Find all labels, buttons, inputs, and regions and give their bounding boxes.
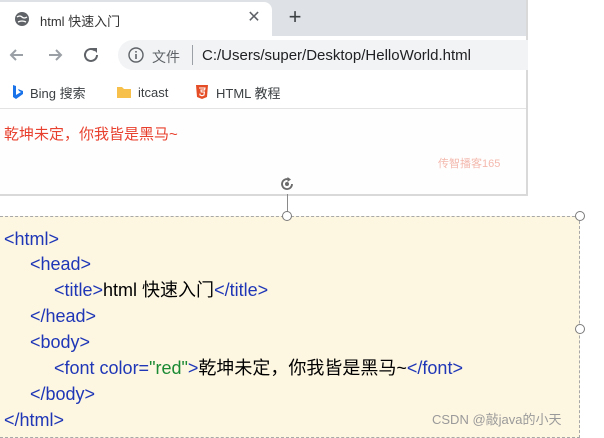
bookmark-bing[interactable]: Bing 搜索 xyxy=(12,83,86,101)
code-line-html-close: </html> xyxy=(4,409,64,431)
bing-icon xyxy=(13,85,23,99)
bookmark-label: Bing 搜索 xyxy=(30,85,86,101)
code-token: </html> xyxy=(4,410,65,430)
tab-title: html 快速入门 xyxy=(40,14,121,29)
forward-arrow-icon[interactable] xyxy=(44,44,66,66)
browser-window: html 快速入门 ✕ + 文件 C:/Users/super/Desktop/… xyxy=(0,0,528,196)
watermark: 传智播客165 xyxy=(438,158,501,170)
code-token: color= xyxy=(99,358,150,378)
html5-icon xyxy=(196,85,208,99)
code-token: <head> xyxy=(30,254,92,274)
code-token: </body> xyxy=(30,384,96,404)
code-line-body-open: <body> xyxy=(30,331,90,353)
site-label: 文件 xyxy=(152,49,180,65)
code-token: </font> xyxy=(406,358,463,378)
omnibox-divider xyxy=(192,45,193,65)
bookmark-label: itcast xyxy=(138,84,169,100)
code-token: html 快速入门 xyxy=(103,280,215,300)
code-line-html-open: <html> xyxy=(4,228,59,250)
resize-handle-top[interactable] xyxy=(282,211,292,221)
bookmark-html-tutorial[interactable]: HTML 教程 xyxy=(194,83,281,101)
code-token: 乾坤未定，你我皆是黑马~ xyxy=(198,358,407,378)
code-line-body-close: </body> xyxy=(30,383,95,405)
code-line-font: <font color="red">乾坤未定，你我皆是黑马~</font> xyxy=(54,357,463,379)
resize-handle-right[interactable] xyxy=(575,324,585,334)
code-token: <title> xyxy=(54,280,104,300)
rotate-handle-icon[interactable] xyxy=(278,175,296,193)
info-icon[interactable] xyxy=(128,47,144,63)
code-token: <body> xyxy=(30,332,91,352)
code-token: <html> xyxy=(4,229,60,249)
bookmarks-bar: Bing 搜索 itcast HTML 教程 xyxy=(0,74,526,109)
code-token: "red" xyxy=(149,358,188,378)
new-tab-button[interactable]: + xyxy=(284,5,306,29)
address-bar[interactable]: 文件 C:/Users/super/Desktop/HelloWorld.htm… xyxy=(118,40,528,70)
code-line-title: <title>html 快速入门</title> xyxy=(54,279,268,301)
browser-toolbar: 文件 C:/Users/super/Desktop/HelloWorld.htm… xyxy=(0,36,528,74)
reload-icon[interactable] xyxy=(80,44,102,66)
tab-strip: html 快速入门 ✕ + xyxy=(0,0,526,36)
code-token: </title> xyxy=(214,280,269,300)
code-line-head-open: <head> xyxy=(30,253,91,275)
resize-handle-top-right[interactable] xyxy=(575,211,585,221)
code-token: <font xyxy=(54,358,100,378)
tab-html-quickstart[interactable]: html 快速入门 ✕ xyxy=(0,2,272,36)
code-token: > xyxy=(187,358,199,378)
back-arrow-icon[interactable] xyxy=(6,44,28,66)
code-line-head-close: </head> xyxy=(30,305,96,327)
page-content: 乾坤未定，你我皆是黑马~ 传智播客165 xyxy=(0,109,526,194)
bookmark-label: HTML 教程 xyxy=(216,85,281,101)
url-text[interactable]: C:/Users/super/Desktop/HelloWorld.html xyxy=(202,47,471,64)
red-font-text: 乾坤未定，你我皆是黑马~ xyxy=(4,126,178,143)
code-token: </head> xyxy=(30,306,97,326)
csdn-credit: CSDN @敲java的小天 xyxy=(432,412,562,427)
bookmark-itcast[interactable]: itcast xyxy=(116,83,168,101)
globe-icon xyxy=(15,12,29,26)
folder-icon xyxy=(117,87,131,98)
tab-close-icon[interactable]: ✕ xyxy=(244,8,264,28)
